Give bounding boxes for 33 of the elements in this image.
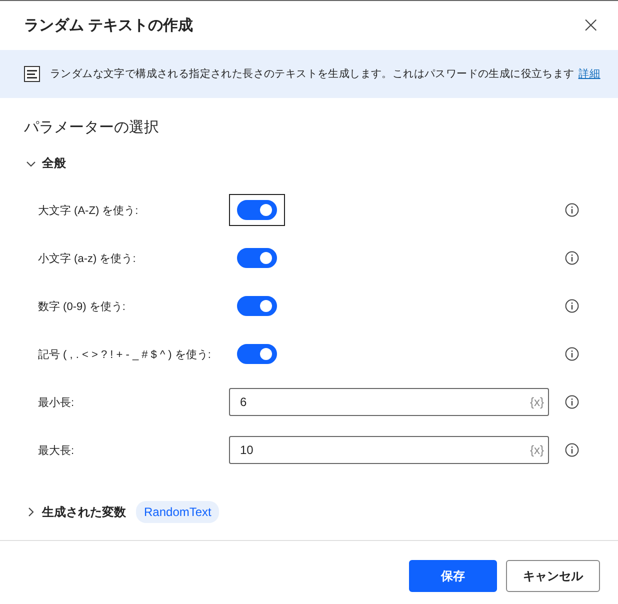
info-icon (565, 443, 579, 457)
variables-toggle[interactable]: 生成された変数 (26, 504, 126, 520)
parameter-label: 小文字 (a-z) を使う: (38, 252, 137, 266)
toggle-switch[interactable] (237, 248, 277, 268)
info-icon (565, 347, 579, 361)
dialog-title: ランダム テキストの作成 (24, 16, 194, 35)
variable-icon: {x} (530, 443, 544, 457)
chevron-icon (26, 158, 36, 168)
chevron-icon (26, 507, 36, 517)
input-field[interactable]: 10 {x} (229, 436, 549, 464)
info-icon (565, 299, 579, 313)
section-toggle[interactable]: 全般 (0, 142, 618, 172)
info-icon (565, 395, 579, 409)
parameter-label: 最小長: (38, 396, 76, 410)
info-icon (565, 203, 579, 217)
parameter-label: 数字 (0-9) を使う: (38, 300, 126, 314)
parameter-label: 大文字 (A-Z) を使う: (38, 204, 140, 218)
close-button[interactable]: × (578, 13, 604, 38)
cancel-button[interactable]: キャンセル (506, 560, 600, 592)
toggle-switch[interactable] (237, 296, 277, 316)
toggle-switch[interactable] (237, 344, 277, 364)
save-button[interactable]: 保存 (409, 560, 497, 592)
variable-icon: {x} (530, 395, 544, 409)
input-field[interactable]: 6 {x} (229, 388, 549, 416)
info-icon (565, 251, 579, 265)
section-heading: パラメーターの選択 (23, 118, 160, 138)
text-icon (24, 66, 40, 82)
parameter-label: 記号 ( , . < > ? ! + - _ # $ ^ ) を使う: (38, 348, 212, 362)
details-link[interactable]: 詳細 (578, 67, 600, 81)
toggle-switch[interactable] (237, 200, 277, 220)
variable-chip[interactable]: RandomText (136, 501, 220, 523)
banner-text: ランダムな文字で構成される指定された長さのテキストを生成します。これはパスワードの生成に役立ちます (50, 67, 574, 81)
parameter-label: 最大長: (38, 444, 76, 458)
